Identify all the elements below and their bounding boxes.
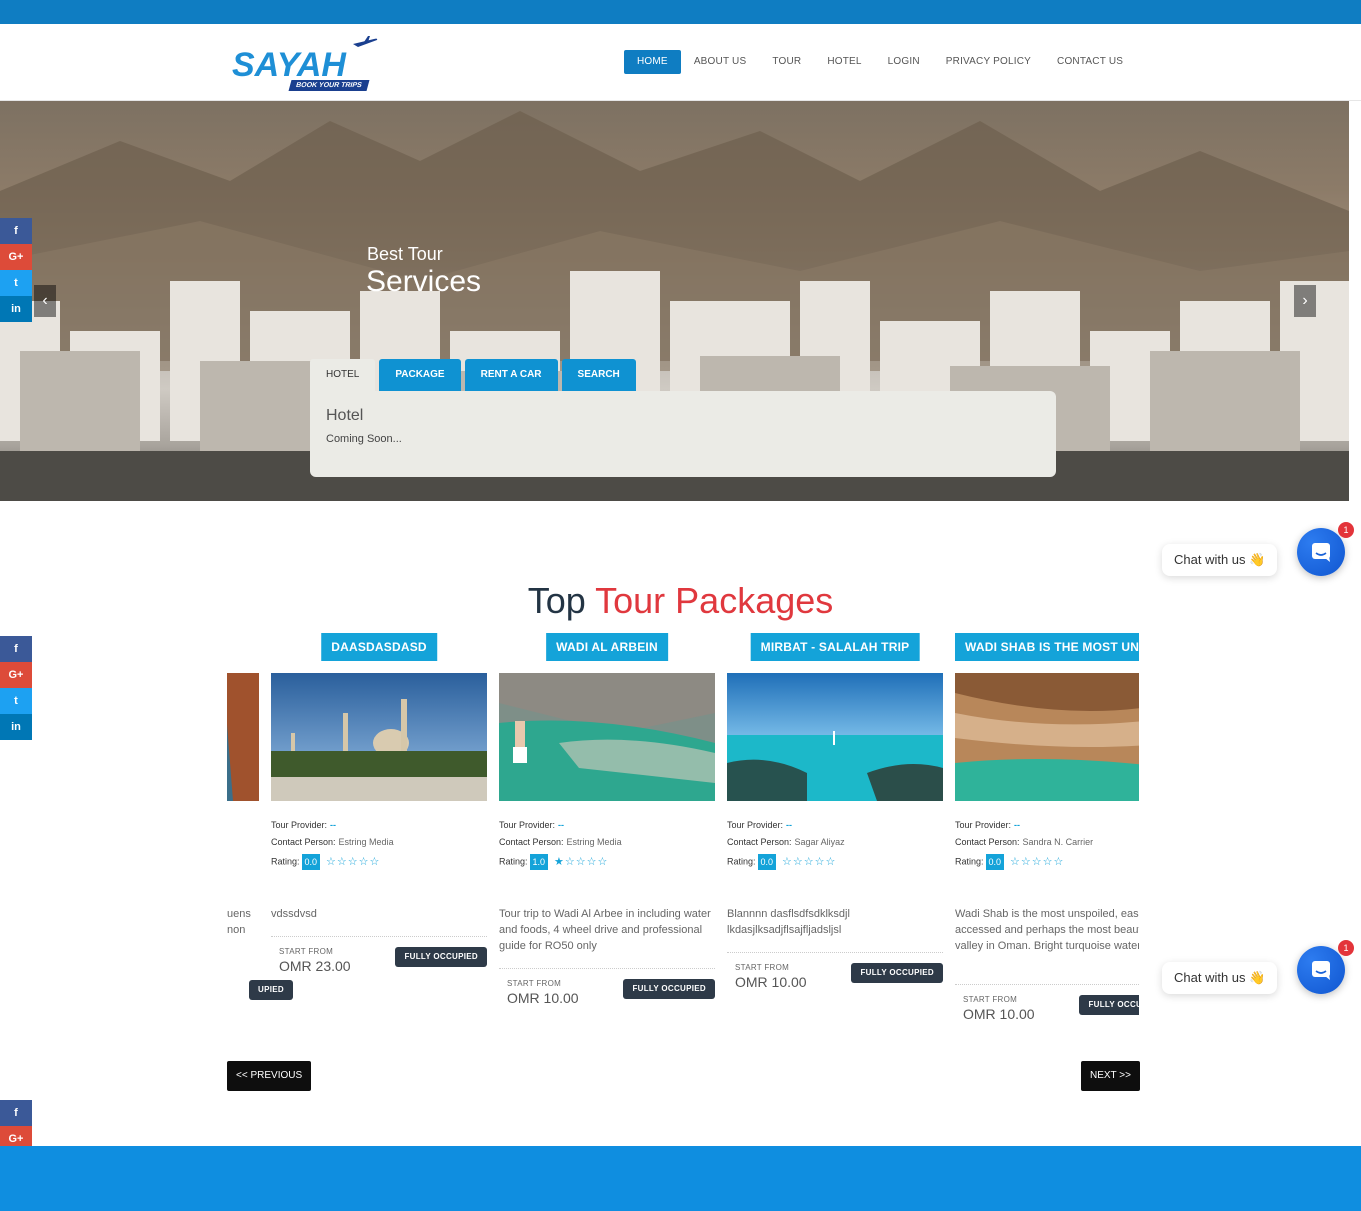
fully-occupied-button[interactable]: FULLY OCCUPIED	[851, 963, 943, 983]
footer	[0, 1146, 1361, 1211]
tab-panel: Hotel Coming Soon...	[310, 391, 1056, 477]
package-description: Tour trip to Wadi Al Arbee in including …	[499, 908, 711, 952]
facebook-icon[interactable]: f	[0, 1100, 32, 1126]
chat-bubble-icon	[1312, 961, 1330, 980]
rating-badge: 0.0	[301, 854, 321, 870]
main-nav: HOME ABOUT US TOUR HOTEL LOGIN PRIVACY P…	[624, 50, 1136, 74]
site-header: SAYAH BOOK YOUR TRIPS HOME ABOUT US TOUR…	[0, 24, 1361, 101]
site-logo[interactable]: SAYAH BOOK YOUR TRIPS	[232, 36, 396, 94]
slider-next-button[interactable]: ›	[1294, 285, 1316, 317]
twitter-icon[interactable]: t	[0, 688, 32, 714]
chevron-left-icon: ‹	[42, 292, 48, 309]
price-box: START FROM OMR 10.00 FULLY OCCUPIED	[955, 984, 1139, 1022]
logo-tagline: BOOK YOUR TRIPS	[288, 80, 370, 91]
chat-bubble-icon	[1312, 543, 1330, 562]
package-description: uens non	[227, 908, 251, 936]
package-title[interactable]: MIRBAT - SALALAH TRIP	[750, 633, 920, 661]
package-description: vdssdvsd	[271, 908, 317, 920]
chat-label[interactable]: Chat with us 👋	[1162, 962, 1278, 994]
chat-button[interactable]	[1297, 528, 1345, 576]
tab-rent-a-car[interactable]: RENT A CAR	[464, 359, 558, 391]
fully-occupied-button[interactable]: FULLY OCCUPIED	[1079, 995, 1139, 1015]
chat-button[interactable]	[1297, 946, 1345, 994]
chat-widget: Chat with us 👋 1	[1162, 522, 1354, 576]
google-plus-icon[interactable]: G+	[0, 244, 32, 270]
package-info: Tour Provider: -- Contact Person: Sagar Al…	[727, 820, 943, 871]
chat-widget: Chat with us 👋 1	[1162, 940, 1354, 994]
rating-badge: 0.0	[985, 854, 1005, 870]
package-title[interactable]: DAASDASDASD	[321, 633, 437, 661]
top-bar	[0, 0, 1361, 24]
panel-text: Coming Soon...	[326, 433, 402, 445]
price-box: START FROM OMR 10.00 FULLY OCCUPIED	[727, 952, 943, 990]
tab-package[interactable]: PACKAGE	[379, 359, 461, 391]
star-rating-icon: ☆☆☆☆☆	[326, 855, 381, 868]
linkedin-icon[interactable]: in	[0, 296, 32, 322]
package-title[interactable]: WADI SHAB IS THE MOST UNSPOILED	[955, 633, 1139, 661]
chat-badge: 1	[1338, 522, 1354, 538]
nav-tour[interactable]: TOUR	[759, 50, 814, 74]
rating-badge: 0.0	[757, 854, 777, 870]
packages-carousel: uens non UPIED DAASDASDASD Tour Provider…	[227, 630, 1139, 1030]
nav-home[interactable]: HOME	[624, 50, 681, 74]
section-title: Top Tour Packages	[0, 580, 1361, 622]
price-box: START FROM OMR 10.00 FULLY OCCUPIED	[499, 968, 715, 1006]
panel-title: Hotel	[326, 407, 364, 424]
package-image[interactable]	[227, 673, 259, 801]
search-tabs: HOTEL PACKAGE RENT A CAR SEARCH	[310, 359, 640, 391]
tab-search[interactable]: SEARCH	[561, 359, 636, 391]
star-rating-icon: ☆☆☆☆☆	[782, 855, 837, 868]
facebook-icon[interactable]: f	[0, 218, 32, 244]
hero-caption-small: Best Tour	[367, 244, 443, 264]
package-title[interactable]: WADI AL ARBEIN	[546, 633, 668, 661]
section-title-part1: Top	[527, 580, 586, 621]
package-image[interactable]	[955, 673, 1139, 801]
airplane-icon	[353, 36, 378, 47]
fully-occupied-button[interactable]: UPIED	[249, 980, 293, 1000]
rating-badge: 1.0	[529, 854, 549, 870]
package-description: Wadi Shab is the most unspoiled, easily …	[955, 908, 1139, 952]
tab-hotel[interactable]: HOTEL	[310, 359, 376, 391]
nav-login[interactable]: LOGIN	[875, 50, 933, 74]
social-bar: f G+ t in	[0, 636, 32, 740]
nav-about-us[interactable]: ABOUT US	[681, 50, 760, 74]
star-rating-icon: ★☆☆☆☆	[554, 855, 609, 868]
twitter-icon[interactable]: t	[0, 270, 32, 296]
package-image[interactable]	[499, 673, 715, 801]
section-title-part2: Tour Packages	[595, 580, 834, 621]
fully-occupied-button[interactable]: FULLY OCCUPIED	[395, 947, 487, 967]
package-image[interactable]	[727, 673, 943, 801]
package-info: Tour Provider: -- Contact Person: Estring …	[271, 820, 487, 871]
slider-prev-button[interactable]: ‹	[34, 285, 56, 317]
hero-slider: Best Tour Services ‹ › HOTEL PACKAGE REN…	[0, 101, 1349, 501]
chat-label[interactable]: Chat with us 👋	[1162, 544, 1278, 576]
facebook-icon[interactable]: f	[0, 636, 32, 662]
package-image[interactable]	[271, 673, 487, 801]
previous-button[interactable]: << PREVIOUS	[227, 1061, 312, 1091]
social-bar: f G+ t in	[0, 218, 32, 322]
nav-privacy-policy[interactable]: PRIVACY POLICY	[933, 50, 1044, 74]
hero-caption-large: Services	[366, 265, 482, 298]
nav-hotel[interactable]: HOTEL	[814, 50, 874, 74]
nav-contact-us[interactable]: CONTACT US	[1044, 50, 1136, 74]
chat-badge: 1	[1338, 940, 1354, 956]
star-rating-icon: ☆☆☆☆☆	[1010, 855, 1065, 868]
linkedin-icon[interactable]: in	[0, 714, 32, 740]
price-box: START FROM OMR 23.00 FULLY OCCUPIED	[271, 936, 487, 974]
package-info: Tour Provider: -- Contact Person: Estring …	[499, 820, 715, 871]
fully-occupied-button[interactable]: FULLY OCCUPIED	[623, 979, 715, 999]
next-button[interactable]: NEXT >>	[1081, 1061, 1140, 1091]
package-description: Blannnn dasflsdfsdklksdjl lkdasjlksadjfl…	[727, 908, 850, 936]
google-plus-icon[interactable]: G+	[0, 662, 32, 688]
package-info: Tour Provider: -- Contact Person: Sandra N…	[955, 820, 1139, 871]
chevron-right-icon: ›	[1302, 292, 1308, 309]
